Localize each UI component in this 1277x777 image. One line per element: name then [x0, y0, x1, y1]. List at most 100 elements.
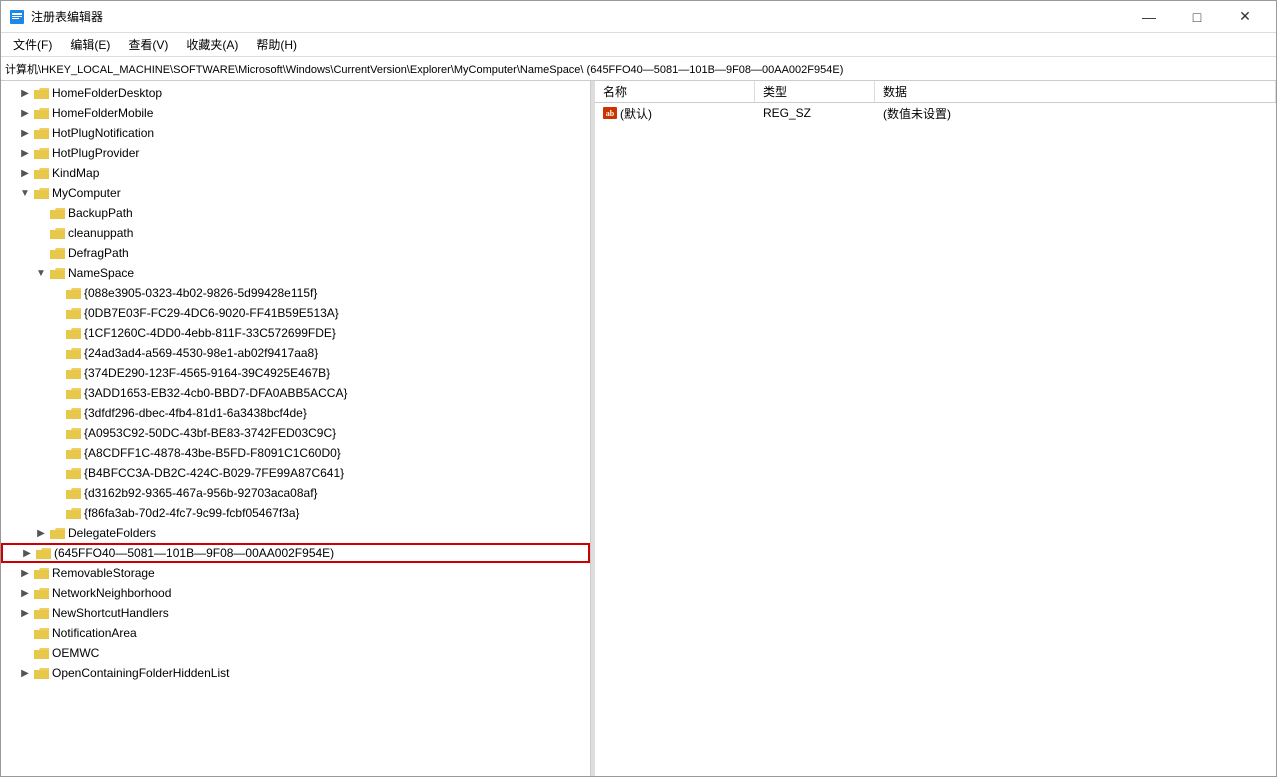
tree-item-guid-3dfd[interactable]: {3dfdf296-dbec-4fb4-81d1-6a3438bcf4de} — [1, 403, 590, 423]
tree-item-backuppath[interactable]: BackupPath — [1, 203, 590, 223]
tree-label: (645FFO40—5081—101B—9F08—00AA002F954E) — [54, 546, 334, 560]
expander-icon — [33, 228, 49, 239]
tree-item-mycomputer[interactable]: ▼ MyComputer — [1, 183, 590, 203]
registry-values[interactable]: ab (默认) REG_SZ (数值未设置) — [595, 103, 1276, 776]
folder-icon — [49, 205, 65, 221]
close-button[interactable]: ✕ — [1222, 1, 1268, 33]
tree-label: {B4BFCC3A-DB2C-424C-B029-7FE99A87C641} — [84, 466, 344, 480]
expander-icon — [49, 348, 65, 359]
tree-item-newshortcuthandlers[interactable]: ▶ NewShortcutHandlers — [1, 603, 590, 623]
column-header-type[interactable]: 类型 — [755, 81, 875, 102]
address-prefix: 计算机\ — [5, 64, 41, 76]
folder-icon — [65, 325, 81, 341]
column-headers: 名称 类型 数据 — [595, 81, 1276, 103]
folder-icon-open — [33, 185, 49, 201]
menu-file[interactable]: 文件(F) — [5, 34, 60, 56]
tree-panel[interactable]: ▶ HomeFolderDesktop ▶ HomeFolderMobile ▶ — [1, 81, 591, 776]
menu-help[interactable]: 帮助(H) — [248, 34, 305, 56]
expander-icon — [49, 368, 65, 379]
window-controls: — □ ✕ — [1126, 1, 1268, 33]
column-header-name[interactable]: 名称 — [595, 81, 755, 102]
tree-item-guid-0db7[interactable]: {0DB7E03F-FC29-4DC6-9020-FF41B59E513A} — [1, 303, 590, 323]
expander-icon — [17, 648, 33, 659]
expander-icon: ▶ — [17, 608, 33, 619]
tree-label: {24ad3ad4-a569-4530-98e1-ab02f9417aa8} — [84, 346, 318, 360]
tree-item-cleanuppath[interactable]: cleanuppath — [1, 223, 590, 243]
expander-icon: ▶ — [33, 528, 49, 539]
tree-label: NewShortcutHandlers — [52, 606, 169, 620]
tree-label: HotPlugNotification — [52, 126, 154, 140]
folder-icon-open — [49, 265, 65, 281]
title-bar: 注册表编辑器 — □ ✕ — [1, 1, 1276, 33]
folder-icon — [33, 665, 49, 681]
tree-item-guid-a8cd[interactable]: {A8CDFF1C-4878-43be-B5FD-F8091C1C60D0} — [1, 443, 590, 463]
tree-item-guid-b4bf[interactable]: {B4BFCC3A-DB2C-424C-B029-7FE99A87C641} — [1, 463, 590, 483]
folder-icon — [65, 485, 81, 501]
tree-item-guid-088e[interactable]: {088e3905-0323-4b02-9826-5d99428e115f} — [1, 283, 590, 303]
maximize-button[interactable]: □ — [1174, 1, 1220, 33]
window-title: 注册表编辑器 — [31, 8, 103, 25]
expander-icon — [49, 388, 65, 399]
tree-label: {f86fa3ab-70d2-4fc7-9c99-fcbf05467f3a} — [84, 506, 300, 520]
tree-item-guid-3add[interactable]: {3ADD1653-EB32-4cb0-BBD7-DFA0ABB5ACCA} — [1, 383, 590, 403]
tree-item-hotplugprovider[interactable]: ▶ HotPlugProvider — [1, 143, 590, 163]
folder-icon — [33, 625, 49, 641]
tree-item-guid-d316[interactable]: {d3162b92-9365-467a-956b-92703aca08af} — [1, 483, 590, 503]
column-header-data[interactable]: 数据 — [875, 81, 1276, 102]
expander-icon: ▶ — [17, 588, 33, 599]
minimize-button[interactable]: — — [1126, 1, 1172, 33]
tree-item-homefoldermobile[interactable]: ▶ HomeFolderMobile — [1, 103, 590, 123]
app-icon — [9, 9, 25, 25]
menu-view[interactable]: 查看(V) — [120, 34, 176, 56]
registry-value-row[interactable]: ab (默认) REG_SZ (数值未设置) — [595, 103, 1276, 123]
folder-icon — [33, 645, 49, 661]
tree-item-notificationarea[interactable]: NotificationArea — [1, 623, 590, 643]
folder-icon — [33, 165, 49, 181]
tree-item-kindmap[interactable]: ▶ KindMap — [1, 163, 590, 183]
tree-item-removablestorage[interactable]: ▶ RemovableStorage — [1, 563, 590, 583]
tree-label: {3ADD1653-EB32-4cb0-BBD7-DFA0ABB5ACCA} — [84, 386, 347, 400]
tree-label: HomeFolderDesktop — [52, 86, 162, 100]
folder-icon — [65, 425, 81, 441]
tree-item-delegatefolders[interactable]: ▶ DelegateFolders — [1, 523, 590, 543]
expander-icon — [49, 448, 65, 459]
tree-label: NotificationArea — [52, 626, 137, 640]
tree-item-homefolderdesktop[interactable]: ▶ HomeFolderDesktop — [1, 83, 590, 103]
tree-item-networkneighborhood[interactable]: ▶ NetworkNeighborhood — [1, 583, 590, 603]
tree-label: DelegateFolders — [68, 526, 156, 540]
tree-item-guid-1cf1[interactable]: {1CF1260C-4DD0-4ebb-811F-33C572699FDE} — [1, 323, 590, 343]
tree-item-opencontainingfolderhiddenlist[interactable]: ▶ OpenContainingFolderHiddenList — [1, 663, 590, 683]
value-type-cell: REG_SZ — [755, 106, 875, 120]
tree-item-guid-f86f[interactable]: {f86fa3ab-70d2-4fc7-9c99-fcbf05467f3a} — [1, 503, 590, 523]
tree-label: {A8CDFF1C-4878-43be-B5FD-F8091C1C60D0} — [84, 446, 341, 460]
folder-icon — [33, 585, 49, 601]
expander-icon — [49, 468, 65, 479]
tree-item-guid-24ad[interactable]: {24ad3ad4-a569-4530-98e1-ab02f9417aa8} — [1, 343, 590, 363]
folder-icon — [35, 545, 51, 561]
folder-icon — [33, 105, 49, 121]
expander-icon: ▼ — [33, 268, 49, 279]
expander-icon — [49, 488, 65, 499]
folder-icon — [49, 225, 65, 241]
folder-icon — [65, 445, 81, 461]
folder-icon — [49, 525, 65, 541]
tree-label: HomeFolderMobile — [52, 106, 153, 120]
tree-item-namespace[interactable]: ▼ NameSpace — [1, 263, 590, 283]
tree-item-guid-a095[interactable]: {A0953C92-50DC-43bf-BE83-3742FED03C9C} — [1, 423, 590, 443]
folder-icon — [33, 145, 49, 161]
tree-item-defragpath[interactable]: DefragPath — [1, 243, 590, 263]
tree-item-645ffo40[interactable]: ▶ (645FFO40—5081—101B—9F08—00AA002F954E) — [1, 543, 590, 563]
value-data-cell: (数值未设置) — [875, 105, 1276, 122]
menu-favorites[interactable]: 收藏夹(A) — [178, 34, 246, 56]
expander-icon — [49, 408, 65, 419]
menu-edit[interactable]: 编辑(E) — [62, 34, 118, 56]
expander-icon — [33, 208, 49, 219]
tree-item-oemwc[interactable]: OEMWC — [1, 643, 590, 663]
tree-label: {0DB7E03F-FC29-4DC6-9020-FF41B59E513A} — [84, 306, 339, 320]
tree-label: BackupPath — [68, 206, 133, 220]
tree-item-guid-374d[interactable]: {374DE290-123F-4565-9164-39C4925E467B} — [1, 363, 590, 383]
right-panel: 名称 类型 数据 ab (默认) REG_SZ (数值未设置) — [595, 81, 1276, 776]
tree-label: {374DE290-123F-4565-9164-39C4925E467B} — [84, 366, 330, 380]
tree-item-hotplugnotification[interactable]: ▶ HotPlugNotification — [1, 123, 590, 143]
tree-label: {d3162b92-9365-467a-956b-92703aca08af} — [84, 486, 318, 500]
